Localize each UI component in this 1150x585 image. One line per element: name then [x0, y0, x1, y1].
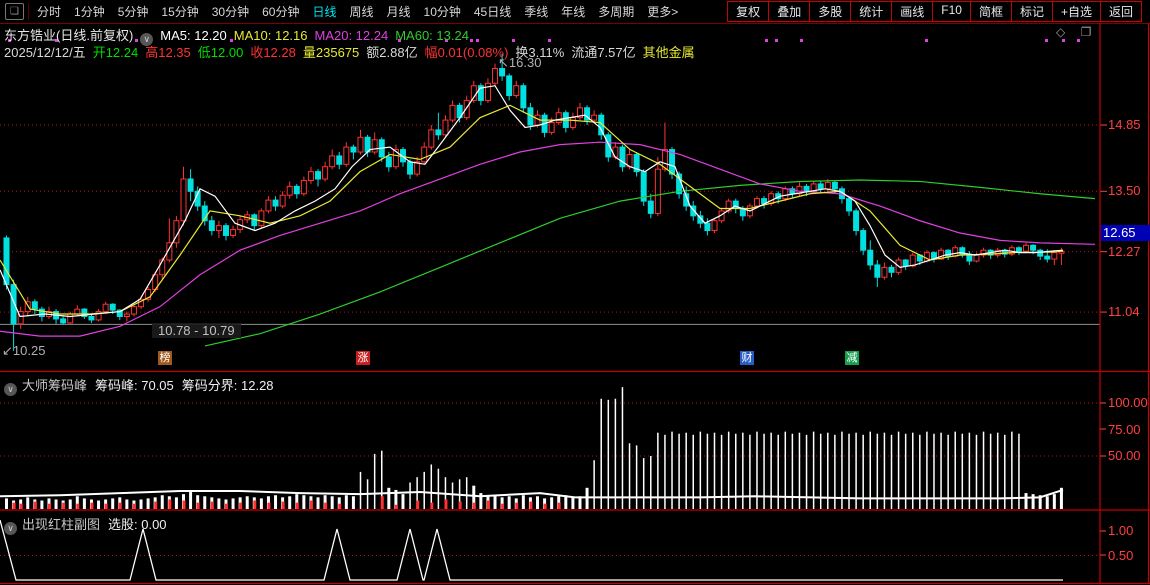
panel3-title[interactable]: 出现红柱副图	[22, 517, 100, 532]
panel2-value1: 筹码峰: 70.05	[95, 378, 174, 393]
panel2-axis-label: 75.00	[1108, 422, 1141, 437]
event-marker-减[interactable]: 减	[845, 351, 859, 365]
menu-item-月线[interactable]: 月线	[387, 3, 411, 20]
event-marker-榜[interactable]: 榜	[158, 351, 172, 365]
ma-value: MA5: 12.20	[160, 28, 227, 43]
toolbar-button-画线[interactable]: 画线	[891, 1, 933, 22]
menu-item-季线[interactable]: 季线	[524, 3, 548, 20]
panel2-axis-label: 100.00	[1108, 395, 1148, 410]
trading-terminal-window: ❏ 分时 1分钟 5分钟 15分钟 30分钟 60分钟日线周线月线 10分钟 45日线季线年线…	[0, 0, 1150, 585]
menu-item-10分钟[interactable]: 10分钟	[424, 3, 461, 20]
menu-item-分时[interactable]: 分时	[37, 3, 61, 20]
panel3-header: ∨ 出现红柱副图选股: 0.00	[4, 514, 167, 535]
price-axis-label: 11.04	[1108, 304, 1140, 319]
top-menu-bar: ❏ 分时 1分钟 5分钟 15分钟 30分钟 60分钟日线周线月线 10分钟 45日线季线年线…	[0, 0, 1150, 23]
price-axis-label: 12.27	[1108, 244, 1141, 259]
quote-field: 幅0.01(0.08%)	[425, 45, 509, 60]
menu-item-45日线[interactable]: 45日线	[474, 3, 511, 20]
low-price-annotation: ↙10.25	[2, 343, 45, 359]
panel2-axis-label: 50.00	[1108, 448, 1141, 463]
panel2-value2: 筹码分界: 12.28	[182, 378, 274, 393]
quote-row: 2025/12/12/五开12.24 高12.35 低12.00 收12.28 量235…	[4, 42, 702, 61]
quote-field: 换3.11%	[515, 45, 564, 60]
quote-field: 量235675	[303, 45, 359, 60]
toolbar-button-统计[interactable]: 统计	[850, 1, 892, 22]
menu-item-年线[interactable]: 年线	[561, 3, 585, 20]
panel3-axis-label: 1.00	[1108, 523, 1133, 538]
quote-field: 额2.88亿	[366, 45, 417, 60]
event-marker-财[interactable]: 财	[740, 351, 754, 365]
chart-corner-icons[interactable]: ◇ ❐	[1056, 25, 1097, 39]
price-axis-label: 13.50	[1108, 183, 1141, 198]
price-axis-label: 14.85	[1108, 117, 1141, 132]
panel2-header: ∨ 大师筹码峰筹码峰: 70.05 筹码分界: 12.28	[4, 375, 274, 396]
menu-item-15分钟[interactable]: 15分钟	[161, 3, 198, 20]
period-menu: 分时 1分钟 5分钟 15分钟 30分钟 60分钟日线周线月线 10分钟 45日线季线年线多周…	[28, 3, 691, 20]
menu-item-1分钟[interactable]: 1分钟	[74, 3, 105, 20]
support-range-label: 10.78 - 10.79	[152, 323, 241, 338]
menu-item-多周期[interactable]: 多周期	[598, 3, 634, 20]
event-marker-涨[interactable]: 涨	[356, 351, 370, 365]
panel3-collapse-icon[interactable]: ∨	[4, 522, 17, 535]
toolbar-button-简框[interactable]: 简框	[970, 1, 1012, 22]
panel3-axis-label: 0.50	[1108, 548, 1133, 563]
menu-item-30分钟[interactable]: 30分钟	[212, 3, 249, 20]
quote-field: 流通7.57亿	[571, 45, 635, 60]
quote-field: 低12.00	[198, 45, 244, 60]
menu-item-日线[interactable]: 日线	[312, 3, 336, 20]
quote-field: 高12.35	[145, 45, 191, 60]
menu-item-周线[interactable]: 周线	[349, 3, 373, 20]
quote-field: 收12.28	[250, 45, 296, 60]
menu-item-更多>[interactable]: 更多>	[647, 3, 678, 20]
toolbar-button-复权[interactable]: 复权	[727, 1, 769, 22]
quote-field: 其他金属	[643, 45, 695, 60]
ma-value: MA60: 13.24	[395, 28, 469, 43]
quote-field: 开12.24	[93, 45, 139, 60]
toolbar-button-返回[interactable]: 返回	[1100, 1, 1142, 22]
price-badge: 12.65	[1101, 225, 1150, 241]
toolbar-button-F10[interactable]: F10	[932, 1, 971, 22]
quote-field: 2025/12/12/五	[4, 45, 86, 60]
toolbar-button-标记[interactable]: 标记	[1011, 1, 1053, 22]
ma-value: MA10: 12.16	[234, 28, 308, 43]
chart-canvas[interactable]	[0, 0, 1150, 585]
menu-item-5分钟[interactable]: 5分钟	[118, 3, 149, 20]
menu-item-60分钟[interactable]: 60分钟	[262, 3, 299, 20]
ma-values: MA5: 12.20 MA10: 12.16 MA20: 12.24 MA60: 13…	[160, 28, 476, 43]
panel2-title[interactable]: 大师筹码峰	[22, 378, 87, 393]
toolbar-button-叠加[interactable]: 叠加	[768, 1, 810, 22]
toolbar-button-多股[interactable]: 多股	[809, 1, 851, 22]
toolbar-button-+自选[interactable]: +自选	[1052, 1, 1101, 22]
panel2-collapse-icon[interactable]: ∨	[4, 383, 17, 396]
stock-title: 东方锆业(日线.前复权)	[4, 28, 133, 43]
toolbar-buttons: 复权叠加多股统计画线F10简框标记+自选返回	[728, 1, 1142, 22]
app-window-icon[interactable]: ❏	[5, 3, 24, 20]
ma-value: MA20: 12.24	[315, 28, 389, 43]
panel3-value1: 选股: 0.00	[108, 517, 167, 532]
